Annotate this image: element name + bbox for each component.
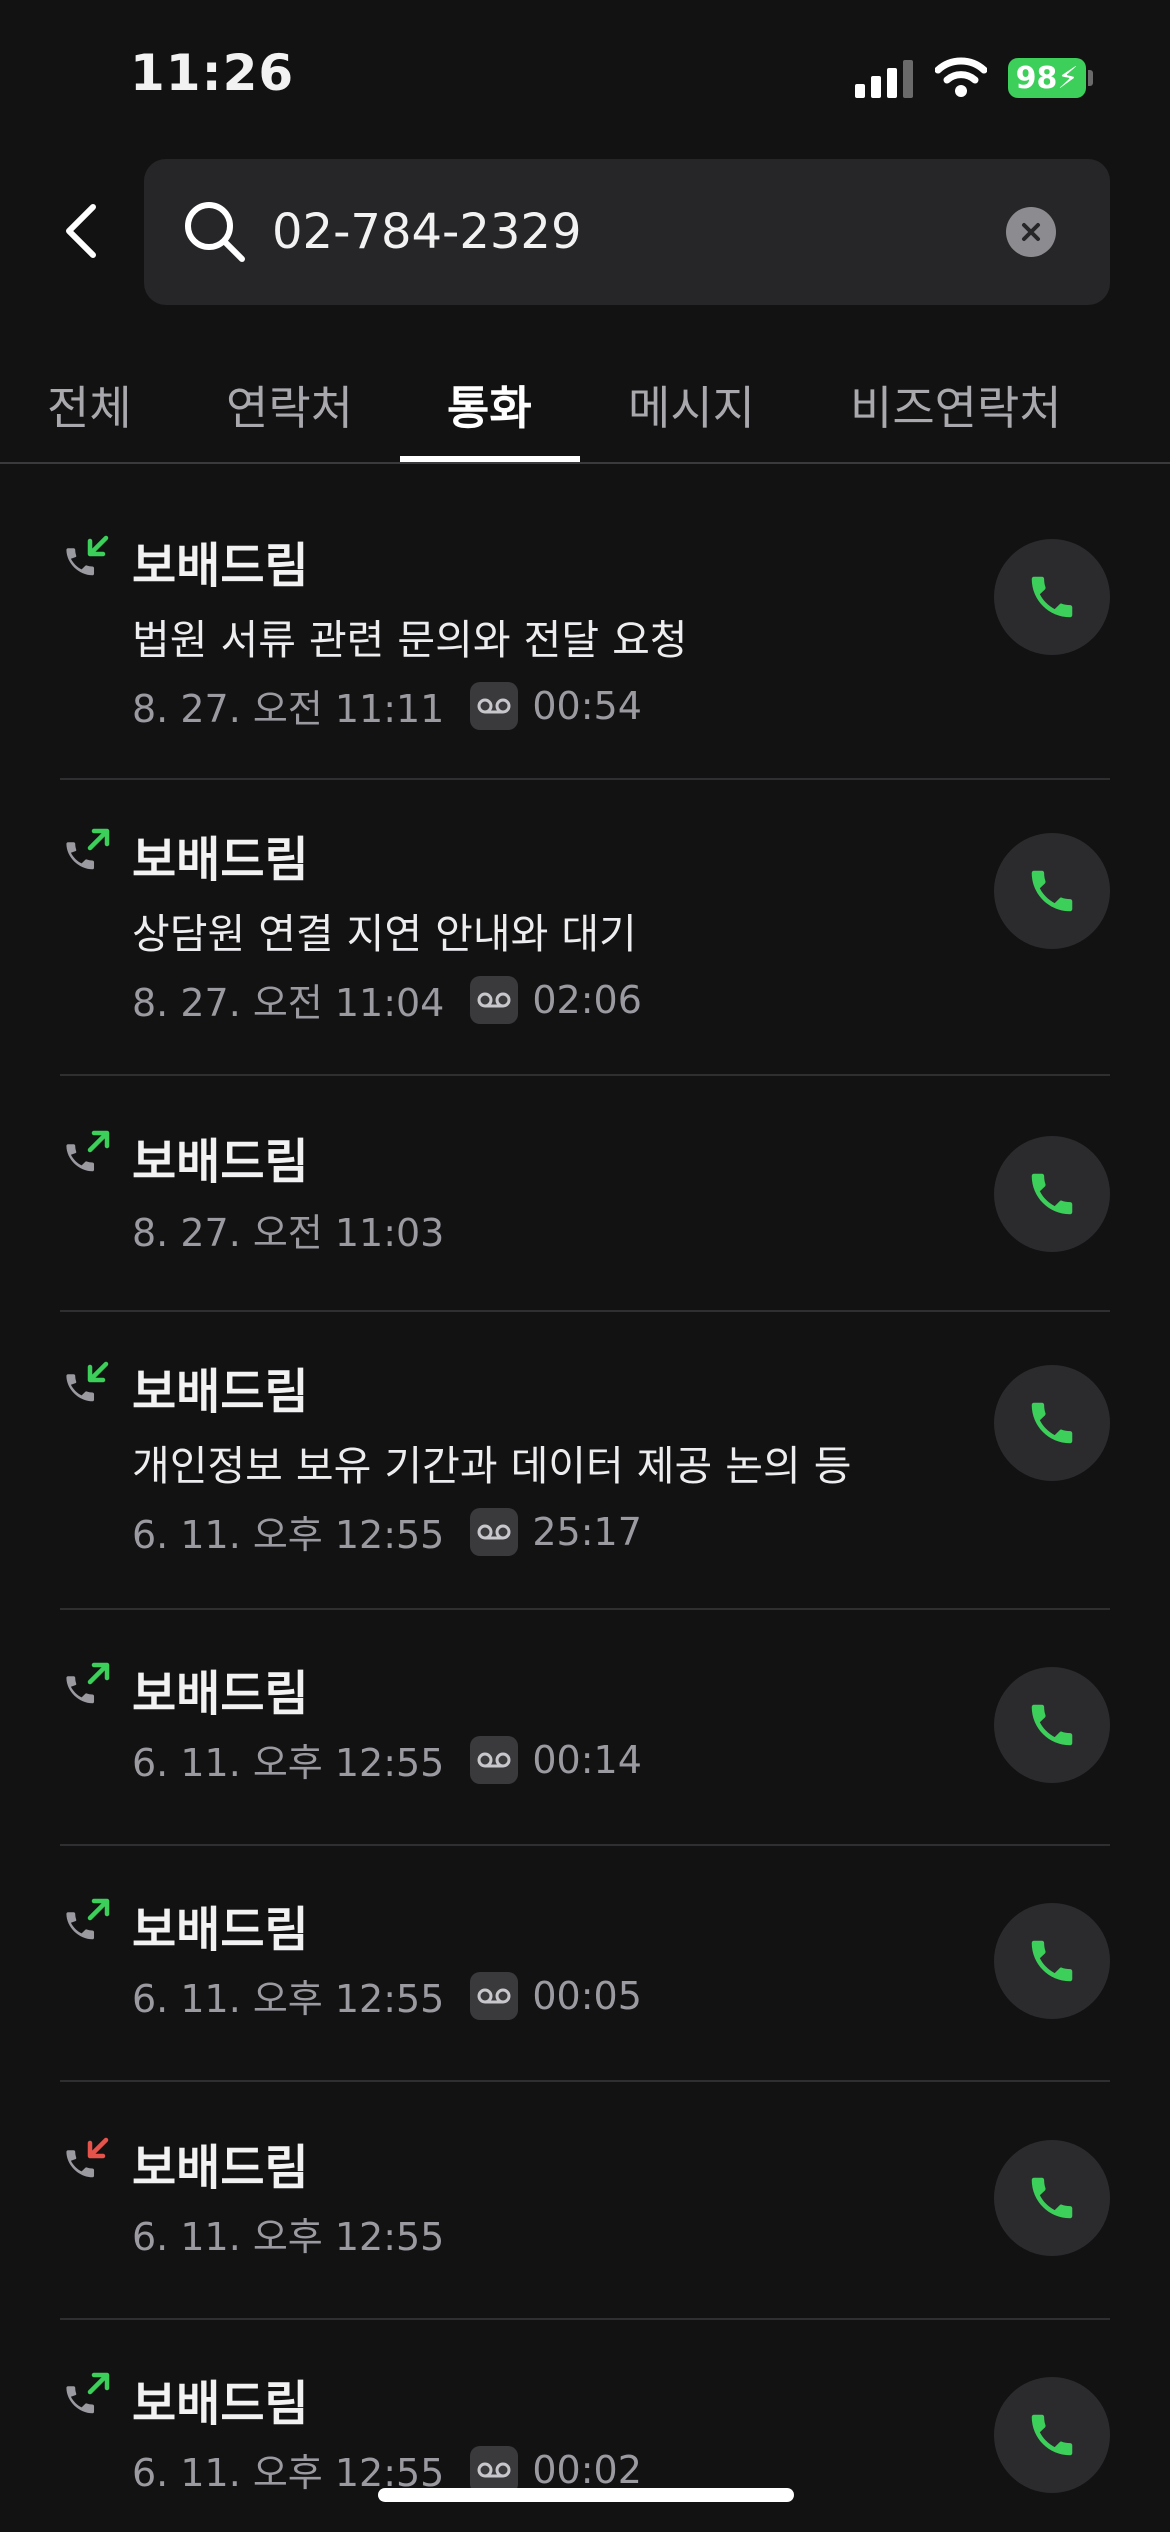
call-summary: 법원 서류 관련 문의와 전달 요청 [132, 616, 688, 664]
phone-icon [1031, 1940, 1073, 1982]
contact-name: 보배드림 [132, 2140, 309, 2196]
phone-icon [1031, 1704, 1073, 1746]
call-button[interactable] [994, 833, 1110, 949]
phone-icon [1031, 2414, 1073, 2456]
tab-calls[interactable]: 통화 [447, 372, 532, 438]
call-datetime: 6. 11. 오후 12:55 [132, 2215, 445, 2259]
contact-name: 보배드림 [132, 2376, 309, 2432]
wifi-icon [935, 57, 987, 97]
call-button[interactable] [994, 1667, 1110, 1783]
contact-name: 보배드림 [132, 1364, 309, 1420]
filter-tabs: 전체 연락처 통화 메시지 비즈연락처 [0, 350, 1170, 464]
divider [60, 2318, 1110, 2320]
clear-search-button[interactable] [1006, 207, 1056, 257]
call-duration: 02:06 [532, 977, 642, 1022]
divider [60, 1310, 1110, 1312]
call-duration: 00:05 [532, 1973, 642, 2018]
outgoing-call-icon [66, 1662, 110, 1704]
call-meta: 6. 11. 오후 12:55 25:17 [132, 1504, 642, 1559]
battery-level: 98 [1015, 60, 1058, 96]
divider [60, 1844, 1110, 1846]
search-icon [185, 202, 245, 262]
phone-icon [1031, 870, 1073, 912]
call-button[interactable] [994, 1903, 1110, 2019]
call-datetime: 8. 27. 오전 11:03 [132, 1211, 445, 1255]
call-duration: 00:54 [532, 683, 642, 728]
contact-name: 보배드림 [132, 1666, 309, 1722]
call-datetime: 6. 11. 오후 12:55 [132, 1513, 445, 1557]
call-meta: 8. 27. 오전 11:03 [132, 1202, 444, 1257]
call-meta: 8. 27. 오전 11:04 02:06 [132, 972, 642, 1027]
contact-name: 보배드림 [132, 1902, 309, 1958]
call-datetime: 8. 27. 오전 11:04 [132, 981, 445, 1025]
tab-all[interactable]: 전체 [47, 372, 132, 438]
call-datetime: 6. 11. 오후 12:55 [132, 1741, 445, 1785]
back-button[interactable] [52, 195, 108, 267]
contact-name: 보배드림 [132, 832, 309, 888]
recording-icon [470, 975, 519, 1024]
cellular-signal-icon [855, 58, 915, 98]
call-summary: 상담원 연결 지연 안내와 대기 [132, 910, 637, 958]
outgoing-call-icon [66, 1130, 110, 1172]
contact-name: 보배드림 [132, 1134, 309, 1190]
recording-icon [470, 681, 519, 730]
divider [60, 2080, 1110, 2082]
phone-icon [1031, 1402, 1073, 1444]
chevron-left-icon [66, 204, 96, 258]
tab-biz-contacts[interactable]: 비즈연락처 [850, 372, 1062, 438]
outgoing-call-icon [66, 2372, 110, 2414]
call-button[interactable] [994, 2377, 1110, 2493]
phone-icon [1031, 576, 1073, 618]
outgoing-call-icon [66, 828, 110, 870]
home-indicator[interactable] [378, 2488, 794, 2502]
incoming-call-icon [66, 535, 109, 576]
call-button[interactable] [994, 1365, 1110, 1481]
call-meta: 6. 11. 오후 12:55 00:14 [132, 1732, 642, 1787]
recording-icon [470, 1735, 519, 1784]
recording-icon [470, 2445, 519, 2494]
call-datetime: 8. 27. 오전 11:11 [132, 687, 445, 731]
call-meta: 8. 27. 오전 11:11 00:54 [132, 678, 642, 733]
battery-icon: 98 ⚡ [1008, 58, 1086, 98]
divider [60, 1608, 1110, 1610]
phone-icon [1031, 1173, 1073, 1215]
tab-contacts[interactable]: 연락처 [226, 372, 353, 438]
recording-icon [470, 1971, 519, 2020]
search-box[interactable] [144, 159, 1110, 305]
call-button[interactable] [994, 1136, 1110, 1252]
call-button[interactable] [994, 539, 1110, 655]
call-duration: 00:02 [532, 2447, 642, 2492]
incoming-call-icon [66, 1361, 109, 1402]
divider [60, 1074, 1110, 1076]
status-time: 11:26 [130, 44, 295, 102]
call-duration: 00:14 [532, 1737, 642, 1782]
call-datetime: 6. 11. 오후 12:55 [132, 1977, 445, 2021]
contact-name: 보배드림 [132, 538, 309, 594]
call-duration: 25:17 [532, 1509, 642, 1554]
call-meta: 6. 11. 오후 12:55 00:05 [132, 1968, 642, 2023]
phone-icon [1031, 2177, 1073, 2219]
tab-messages[interactable]: 메시지 [628, 372, 755, 438]
outgoing-call-icon [66, 1898, 110, 1940]
call-meta: 6. 11. 오후 12:55 [132, 2206, 444, 2261]
search-input[interactable] [272, 199, 972, 265]
call-summary: 개인정보 보유 기간과 데이터 제공 논의 등 [132, 1442, 852, 1490]
battery-nub [1088, 70, 1093, 86]
call-button[interactable] [994, 2140, 1110, 2256]
divider [60, 778, 1110, 780]
status-bar: 11:26 98 ⚡ [0, 0, 1170, 150]
active-tab-indicator [400, 456, 580, 462]
close-icon [1022, 223, 1040, 241]
missed-call-icon [66, 2137, 109, 2178]
recording-icon [470, 1507, 519, 1556]
